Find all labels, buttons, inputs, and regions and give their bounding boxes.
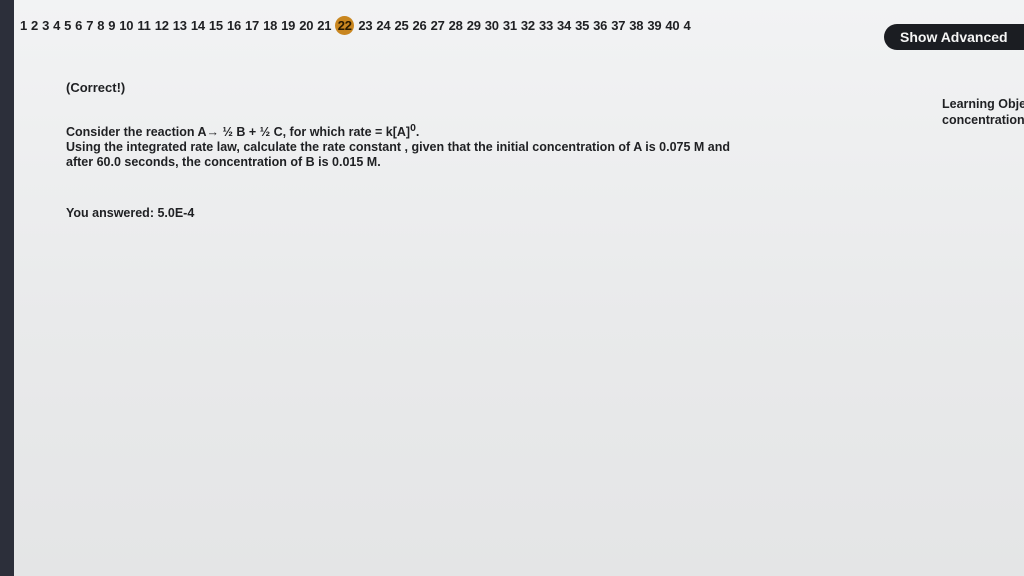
question-nav-item-12[interactable]: 12: [155, 18, 169, 33]
question-nav-item-13[interactable]: 13: [173, 18, 187, 33]
question-line-1: Consider the reaction A→ ½ B + ½ C, for …: [66, 123, 420, 140]
question-nav-item-21[interactable]: 21: [317, 18, 331, 33]
question-nav-item-22[interactable]: 22: [335, 15, 355, 35]
arrow-glyph: →: [206, 125, 220, 140]
question-nav-item-6[interactable]: 6: [75, 18, 82, 33]
question-nav-item-35[interactable]: 35: [575, 18, 589, 33]
question-nav-item-24[interactable]: 24: [376, 18, 390, 33]
learning-objective-text: concentration,: [942, 113, 1024, 127]
question-nav-item-33[interactable]: 33: [539, 18, 553, 33]
question-nav-item-34[interactable]: 34: [557, 18, 571, 33]
learning-objective-title: Learning Obje: [942, 97, 1024, 111]
question-nav-item-37[interactable]: 37: [611, 18, 625, 33]
question-nav-item-26[interactable]: 26: [413, 18, 427, 33]
question-nav-item-20[interactable]: 20: [299, 18, 313, 33]
question-nav-item-14[interactable]: 14: [191, 18, 205, 33]
question-nav-item-15[interactable]: 15: [209, 18, 223, 33]
your-answer: You answered: 5.0E-4: [66, 206, 194, 220]
question-nav-item-29[interactable]: 29: [467, 18, 481, 33]
question-nav-item-3[interactable]: 3: [42, 18, 49, 33]
question-nav-item-32[interactable]: 32: [521, 18, 535, 33]
question-nav-item-38[interactable]: 38: [629, 18, 643, 33]
question-nav-item-23[interactable]: 23: [358, 18, 372, 33]
question-nav-item-2[interactable]: 2: [31, 18, 38, 33]
question-nav-item-4[interactable]: 4: [683, 18, 690, 33]
question-nav-item-25[interactable]: 25: [394, 18, 408, 33]
question-line-2: Using the integrated rate law, calculate…: [66, 140, 731, 155]
learning-objective-panel: Learning Obje concentration,: [942, 96, 1024, 128]
question-nav-item-17[interactable]: 17: [245, 18, 259, 33]
question-nav-item-11[interactable]: 11: [137, 18, 151, 33]
question-nav-item-28[interactable]: 28: [449, 18, 463, 33]
question-nav: 1 2 3 4 5 6 7 8 9 10 11 12 13 14 15 16 17 18 19 20 21 22 23 24 2…: [20, 14, 691, 36]
left-edge: [0, 0, 14, 576]
question-nav-item-36[interactable]: 36: [593, 18, 607, 33]
question-nav-item-9[interactable]: 9: [108, 18, 115, 33]
question-nav-item-39[interactable]: 39: [647, 18, 661, 33]
question-nav-item-1[interactable]: 1: [20, 18, 27, 33]
status-label: (Correct!): [66, 80, 126, 95]
answer-label: You answered:: [66, 206, 158, 220]
question-nav-item-40[interactable]: 40: [665, 18, 679, 33]
question-nav-item-4[interactable]: 4: [53, 18, 60, 33]
question-nav-item-19[interactable]: 19: [281, 18, 295, 33]
question-nav-item-16[interactable]: 16: [227, 18, 241, 33]
question-nav-item-10[interactable]: 10: [119, 18, 133, 33]
question-nav-item-7[interactable]: 7: [86, 18, 93, 33]
question-text: Consider the reaction A→ ½ B + ½ C, for …: [66, 121, 856, 170]
question-nav-item-18[interactable]: 18: [263, 18, 277, 33]
show-advanced-button[interactable]: Show Advanced: [884, 24, 1024, 50]
question-nav-item-30[interactable]: 30: [485, 18, 499, 33]
answer-value: 5.0E-4: [157, 206, 195, 220]
question-page: 1 2 3 4 5 6 7 8 9 10 11 12 13 14 15 16 17 18 19 20 21 22 23 24 2…: [14, 0, 1024, 576]
question-nav-item-8[interactable]: 8: [97, 18, 104, 33]
question-nav-item-31[interactable]: 31: [503, 18, 517, 33]
question-line-3: after 60.0 seconds, the concentration of…: [66, 155, 381, 170]
question-nav-item-27[interactable]: 27: [431, 18, 445, 33]
question-nav-item-5[interactable]: 5: [64, 18, 71, 33]
